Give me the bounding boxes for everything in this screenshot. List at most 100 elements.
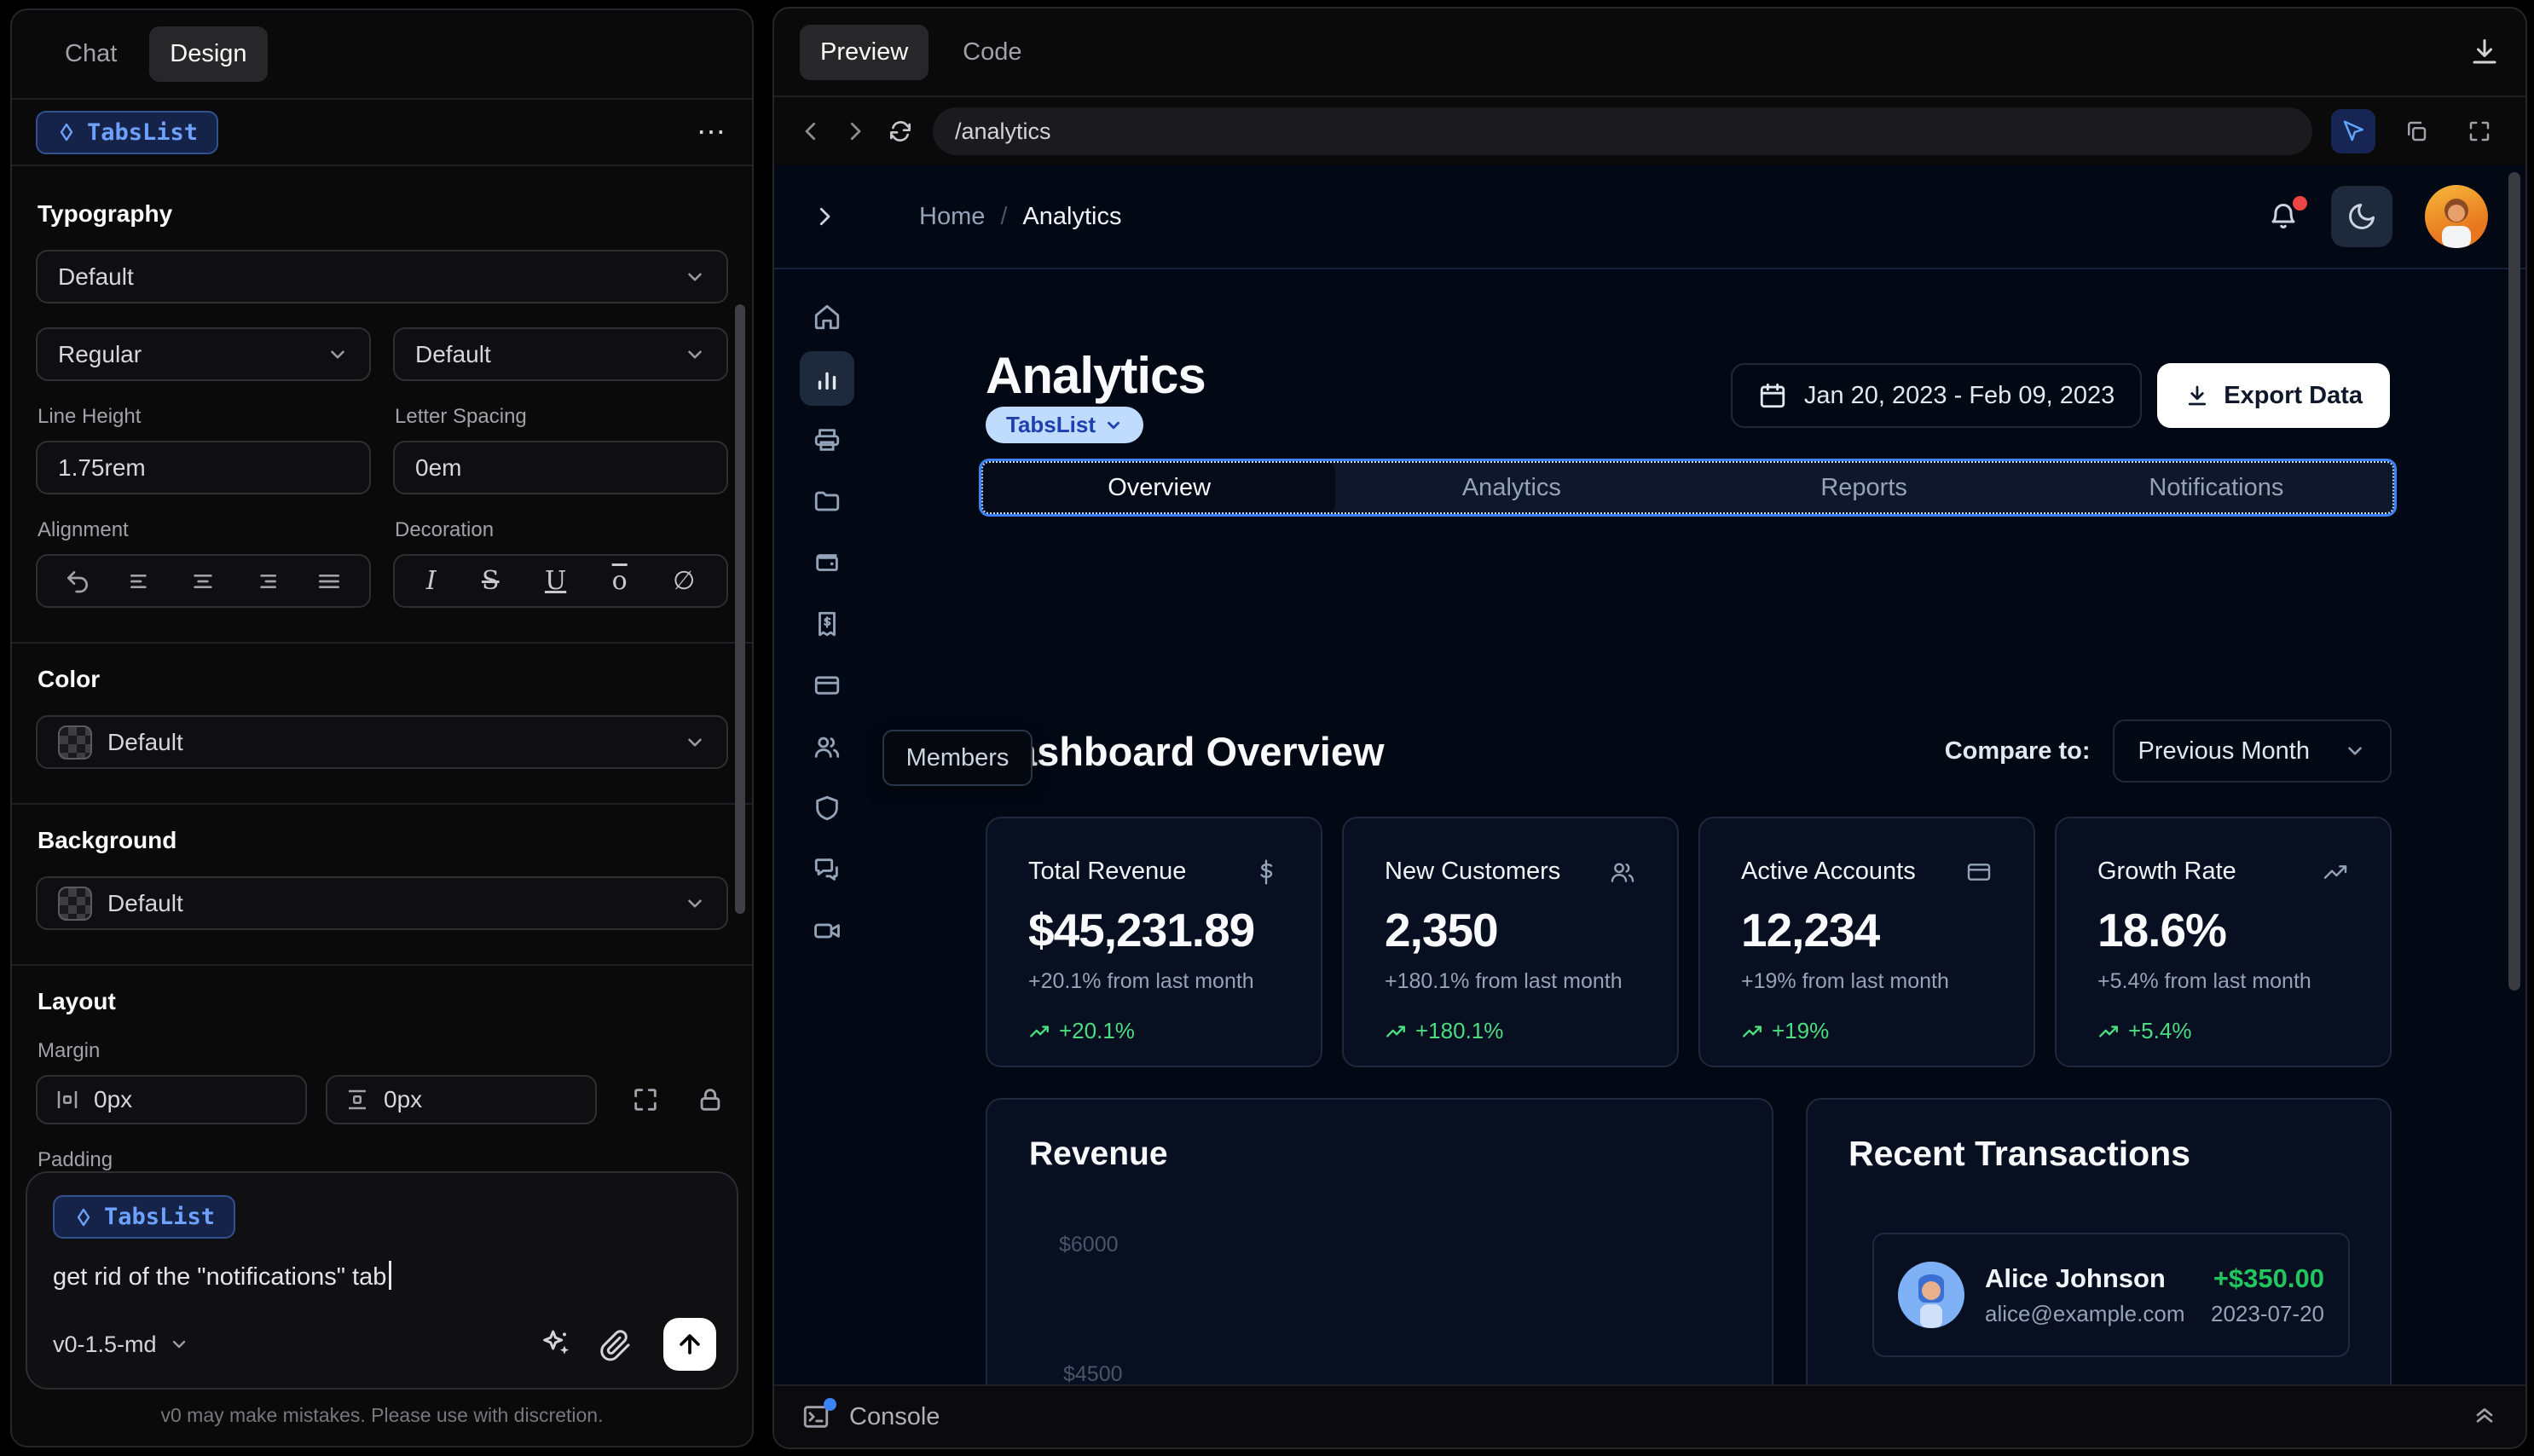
copy-button[interactable] <box>2394 109 2439 153</box>
composer-context-chip[interactable]: TabsList <box>53 1195 236 1239</box>
download-icon <box>2189 385 2207 406</box>
stat-card-total-revenue: Total Revenue $45,231.89 +20.1% from las… <box>986 817 1322 1067</box>
nav-files[interactable] <box>800 474 854 529</box>
selection-overlay-label: TabsList <box>1006 412 1096 437</box>
chevron-down-icon <box>688 272 702 281</box>
lock-icon[interactable] <box>696 1085 725 1114</box>
expand-icon[interactable] <box>631 1085 660 1114</box>
tab-chat[interactable]: Chat <box>44 26 137 82</box>
stat-subtext: +5.4% from last month <box>2097 969 2311 993</box>
nav-billing[interactable] <box>800 597 854 651</box>
refresh-icon[interactable] <box>887 118 914 145</box>
color-select[interactable]: Default <box>36 715 728 769</box>
download-icon[interactable] <box>2469 37 2500 67</box>
stat-value: 18.6% <box>2097 904 2227 956</box>
tab-design[interactable]: Design <box>149 26 268 82</box>
stat-subtext: +20.1% from last month <box>1028 969 1254 993</box>
breadcrumb-home[interactable]: Home <box>919 203 985 231</box>
nav-printer[interactable] <box>800 413 854 467</box>
export-data-label: Export Data <box>2224 381 2363 409</box>
forward-icon[interactable] <box>842 118 868 144</box>
chevron-down-icon <box>331 350 344 359</box>
letter-spacing-input[interactable]: 0em <box>393 441 728 494</box>
transaction-row[interactable]: Alice Johnson alice@example.com +$350.00… <box>1872 1233 2350 1357</box>
video-icon <box>814 923 840 939</box>
align-justify-icon[interactable] <box>315 568 343 595</box>
send-button[interactable] <box>663 1318 716 1371</box>
console-label: Console <box>849 1402 940 1430</box>
font-weight-select[interactable]: Regular <box>36 327 371 381</box>
tab-analytics[interactable]: Analytics <box>1335 463 1687 512</box>
strikethrough-icon[interactable]: S <box>482 566 500 596</box>
font-size-select[interactable]: Default <box>393 327 728 381</box>
nav-cards[interactable] <box>800 658 854 713</box>
tab-preview[interactable]: Preview <box>800 24 929 80</box>
nav-wallet[interactable] <box>800 535 854 590</box>
stat-delta: +20.1% <box>1059 1018 1135 1043</box>
decoration-group: I S U o ∅ <box>393 554 728 608</box>
arrow-up-icon <box>680 1334 700 1355</box>
calendar-icon <box>1760 383 1785 408</box>
background-value: Default <box>107 889 183 916</box>
recent-transactions-title: Recent Transactions <box>1848 1134 2191 1173</box>
disclaimer-text: v0 may make mistakes. Please use with di… <box>160 1404 604 1426</box>
tab-notifications[interactable]: Notifications <box>2040 463 2392 512</box>
paperclip-icon[interactable] <box>599 1327 633 1361</box>
tab-code[interactable]: Code <box>942 25 1042 80</box>
dashboard-main: Analytics TabsList Jan 20, 2023 - Feb 09… <box>979 165 2397 1384</box>
align-right-icon[interactable] <box>252 568 280 595</box>
line-height-input[interactable]: 1.75rem <box>36 441 371 494</box>
user-avatar[interactable] <box>2425 185 2488 248</box>
nav-home[interactable] <box>800 290 854 344</box>
stat-delta: +5.4% <box>2128 1018 2192 1043</box>
preview-scrollbar[interactable] <box>2508 172 2520 991</box>
avatar-illustration <box>1898 1262 1964 1328</box>
tab-overview[interactable]: Overview <box>983 463 1336 512</box>
selected-element-chip[interactable]: TabsList <box>36 110 219 154</box>
transaction-email: alice@example.com <box>1985 1300 2185 1326</box>
overline-icon[interactable]: o <box>612 566 628 596</box>
nav-security[interactable] <box>800 781 854 835</box>
nav-members[interactable] <box>800 719 854 774</box>
tab-reports[interactable]: Reports <box>1688 463 2040 512</box>
more-menu-icon[interactable]: ⋯ <box>697 115 728 149</box>
users-icon <box>814 737 840 758</box>
selection-overlay-chip[interactable]: TabsList <box>986 407 1143 443</box>
sparkles-icon[interactable] <box>539 1327 573 1361</box>
margin-x-input[interactable]: 0px <box>36 1075 307 1124</box>
chevrons-up-icon[interactable] <box>2471 1403 2498 1430</box>
nav-messages[interactable] <box>800 842 854 897</box>
date-range-button[interactable]: Jan 20, 2023 - Feb 09, 2023 <box>1730 363 2143 428</box>
font-family-select[interactable]: Default <box>36 250 728 303</box>
no-decoration-icon[interactable]: ∅ <box>673 566 695 596</box>
chat-bubbles-icon <box>814 858 838 881</box>
export-data-button[interactable]: Export Data <box>2157 363 2390 428</box>
layout-heading: Layout <box>38 988 116 1014</box>
model-select[interactable]: v0-1.5-md <box>53 1332 189 1358</box>
composer-input[interactable]: get rid of the "notifications" tab <box>53 1261 711 1291</box>
nav-video[interactable] <box>800 904 854 958</box>
undo-icon[interactable] <box>64 568 91 595</box>
margin-y-value: 0px <box>384 1086 423 1112</box>
panel-tabs: Chat Design <box>12 10 752 100</box>
stat-value: 2,350 <box>1385 904 1499 956</box>
inspect-cursor-button[interactable] <box>2331 109 2375 153</box>
italic-icon[interactable]: I <box>426 566 437 596</box>
nav-analytics[interactable] <box>800 351 854 406</box>
url-input[interactable]: /analytics <box>933 107 2312 155</box>
sidebar-expand-icon[interactable] <box>812 204 837 229</box>
background-select[interactable]: Default <box>36 876 728 930</box>
transaction-amount: +$350.00 <box>2213 1262 2324 1293</box>
margin-y-input[interactable]: 0px <box>326 1075 597 1124</box>
compare-select[interactable]: Previous Month <box>2112 719 2392 783</box>
back-icon[interactable] <box>798 118 824 144</box>
panel-scrollbar[interactable] <box>735 304 745 914</box>
chat-composer[interactable]: TabsList get rid of the "notifications" … <box>26 1171 738 1390</box>
console-bar[interactable]: Console <box>774 1384 2525 1447</box>
fullscreen-button[interactable] <box>2457 109 2502 153</box>
alignment-label: Alignment <box>38 518 129 541</box>
underline-icon[interactable]: U <box>545 566 566 596</box>
shield-icon <box>816 795 838 821</box>
align-center-icon[interactable] <box>189 568 217 595</box>
align-left-icon[interactable] <box>127 568 154 595</box>
